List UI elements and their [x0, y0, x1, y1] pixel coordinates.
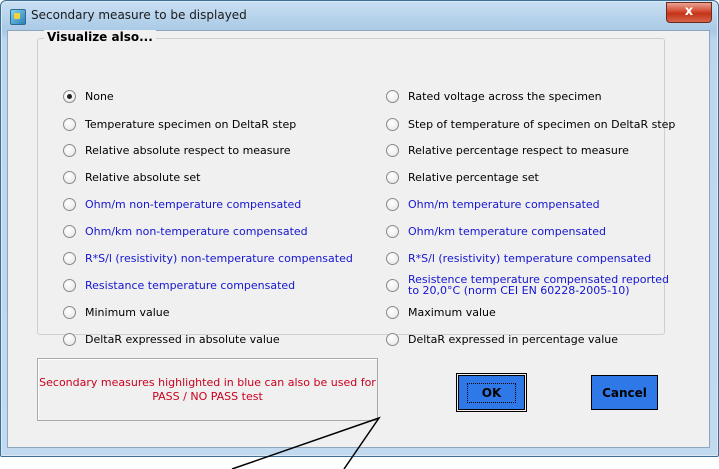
radio-button[interactable]: [63, 89, 76, 103]
left-option-0[interactable]: None: [63, 88, 114, 104]
radio-button[interactable]: [386, 224, 399, 238]
radio-button[interactable]: [63, 224, 76, 238]
right-option-4[interactable]: Ohm/m temperature compensated: [386, 196, 600, 212]
radio-button[interactable]: [386, 332, 399, 346]
ok-button[interactable]: OK: [456, 373, 527, 412]
radio-button[interactable]: [63, 117, 76, 131]
radio-button[interactable]: [63, 251, 76, 265]
radio-button[interactable]: [386, 251, 399, 265]
cancel-button-label: Cancel: [602, 385, 647, 400]
left-option-5[interactable]: Ohm/km non-temperature compensated: [63, 223, 308, 239]
option-label: R*S/l (resistivity) non-temperature comp…: [85, 251, 353, 265]
right-option-0[interactable]: Rated voltage across the specimen: [386, 88, 602, 104]
radio-button[interactable]: [386, 278, 399, 292]
app-icon: [10, 9, 26, 25]
radio-button[interactable]: [63, 197, 76, 211]
notice-text: Secondary measures highlighted in blue c…: [39, 375, 376, 403]
option-label: Relative absolute set: [85, 170, 201, 184]
left-option-2[interactable]: Relative absolute respect to measure: [63, 142, 291, 158]
radio-button[interactable]: [386, 143, 399, 157]
option-label: Minimum value: [85, 305, 170, 319]
title-bar[interactable]: Secondary measure to be displayed x: [1, 1, 718, 31]
option-label: DeltaR expressed in absolute value: [85, 332, 280, 346]
option-label: Ohm/km temperature compensated: [408, 224, 607, 238]
right-option-6[interactable]: R*S/l (resistivity) temperature compensa…: [386, 250, 651, 266]
left-option-9[interactable]: DeltaR expressed in absolute value: [63, 331, 280, 347]
option-label: R*S/l (resistivity) temperature compensa…: [408, 251, 652, 265]
groupbox-legend: Visualize also...: [44, 30, 156, 44]
option-label: Temperature specimen on DeltaR step: [85, 117, 297, 131]
right-option-2[interactable]: Relative percentage respect to measure: [386, 142, 629, 158]
left-option-6[interactable]: R*S/l (resistivity) non-temperature comp…: [63, 250, 353, 266]
option-label: Step of temperature of specimen on Delta…: [408, 117, 676, 131]
option-label: Relative percentage set: [408, 170, 539, 184]
left-option-1[interactable]: Temperature specimen on DeltaR step: [63, 116, 296, 132]
left-option-3[interactable]: Relative absolute set: [63, 169, 200, 185]
left-option-4[interactable]: Ohm/m non-temperature compensated: [63, 196, 301, 212]
left-option-7[interactable]: Resistance temperature compensated: [63, 277, 295, 293]
radio-button[interactable]: [63, 278, 76, 292]
right-option-5[interactable]: Ohm/km temperature compensated: [386, 223, 606, 239]
right-option-7[interactable]: Resistence temperature compensated repor…: [386, 272, 670, 298]
ok-button-label: OK: [466, 382, 517, 403]
right-option-8[interactable]: Maximum value: [386, 304, 496, 320]
option-label: Ohm/km non-temperature compensated: [85, 224, 308, 238]
option-label: Relative absolute respect to measure: [85, 143, 291, 157]
option-label: Resistence temperature compensated repor…: [408, 273, 670, 297]
option-label: DeltaR expressed in percentage value: [408, 332, 618, 346]
right-option-3[interactable]: Relative percentage set: [386, 169, 539, 185]
option-label: Resistance temperature compensated: [85, 278, 296, 292]
radio-button[interactable]: [386, 117, 399, 131]
option-label: Maximum value: [408, 305, 496, 319]
close-button[interactable]: x: [666, 2, 712, 23]
radio-button[interactable]: [386, 305, 399, 319]
radio-button[interactable]: [63, 305, 76, 319]
radio-button[interactable]: [386, 89, 399, 103]
option-label: Ohm/m non-temperature compensated: [85, 197, 302, 211]
radio-button[interactable]: [63, 332, 76, 346]
option-label: Relative percentage respect to measure: [408, 143, 629, 157]
radio-button[interactable]: [386, 197, 399, 211]
radio-button[interactable]: [386, 170, 399, 184]
radio-button[interactable]: [63, 170, 76, 184]
blue-highlight-notice: Secondary measures highlighted in blue c…: [37, 358, 378, 421]
cancel-button[interactable]: Cancel: [591, 375, 658, 410]
option-label: None: [85, 89, 114, 103]
right-option-9[interactable]: DeltaR expressed in percentage value: [386, 331, 618, 347]
window-title: Secondary measure to be displayed: [31, 8, 247, 22]
option-label: Ohm/m temperature compensated: [408, 197, 600, 211]
radio-button[interactable]: [63, 143, 76, 157]
option-label: Rated voltage across the specimen: [408, 89, 602, 103]
right-option-1[interactable]: Step of temperature of specimen on Delta…: [386, 116, 675, 132]
left-option-8[interactable]: Minimum value: [63, 304, 170, 320]
